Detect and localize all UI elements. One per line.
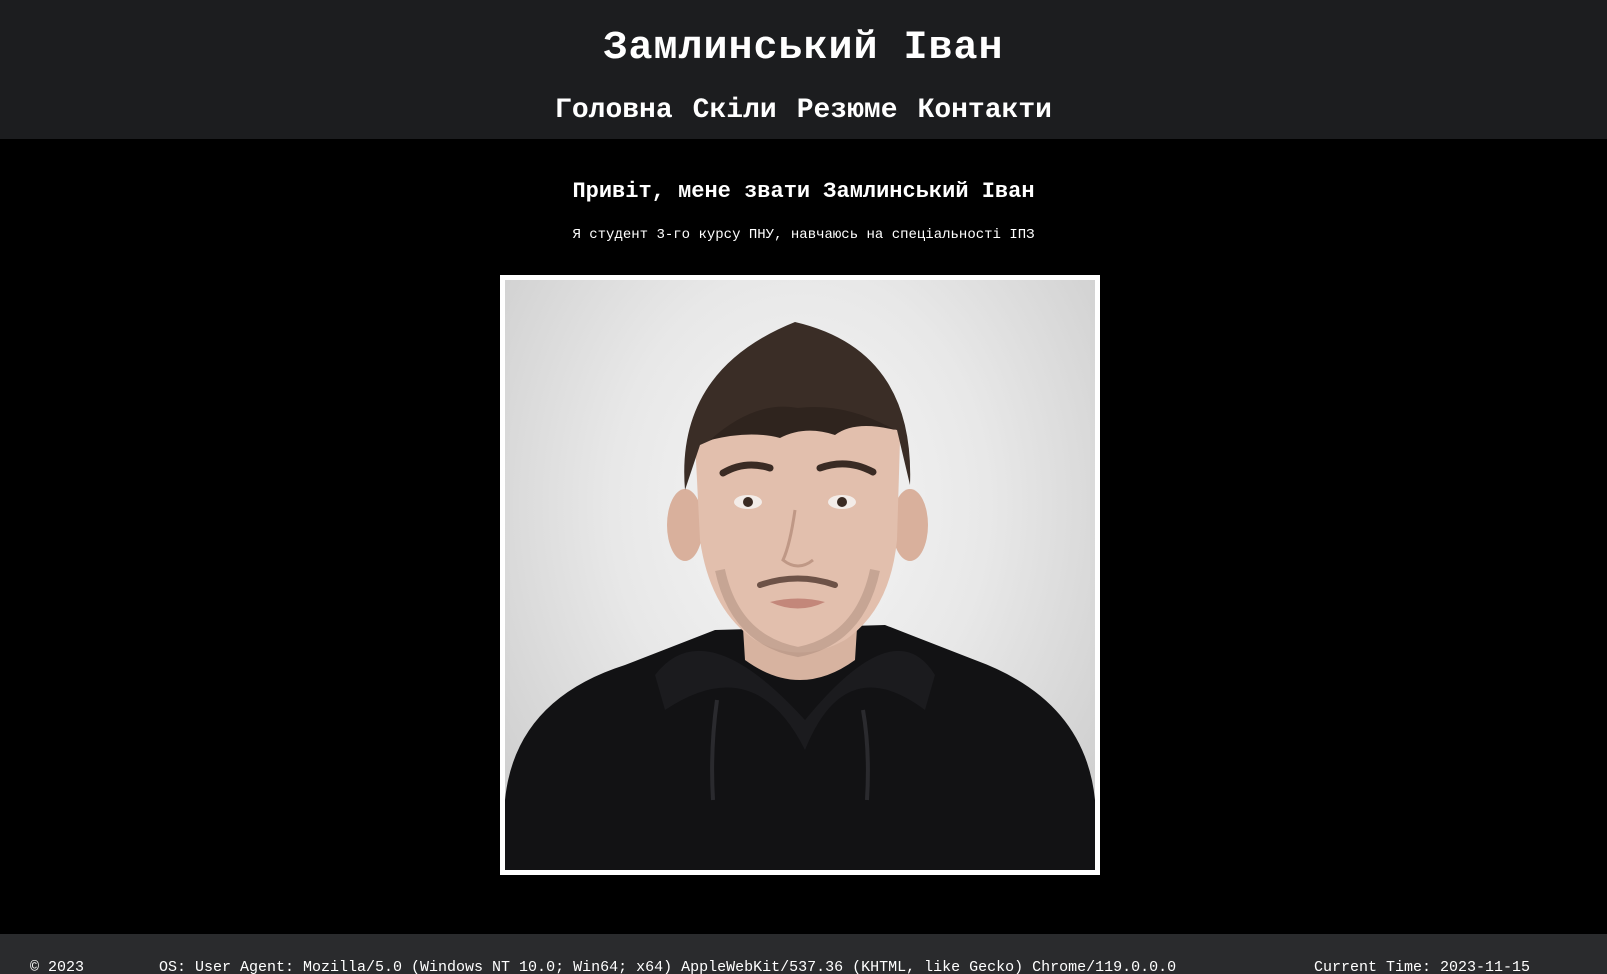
nav-link-home[interactable]: Головна (555, 94, 673, 128)
greeting-heading: Привіт, мене звати Замлинський Іван (572, 179, 1035, 204)
copyright-text: © 2023 (30, 959, 85, 974)
site-footer: © 2023 OS: User Agent: Mozilla/5.0 (Wind… (0, 934, 1607, 974)
portrait-illustration (505, 322, 1095, 870)
current-time-text: Current Time: 2023-11-15 (1314, 959, 1531, 974)
site-header: Замлинський Іван Головна Скіли Резюме Ко… (0, 0, 1607, 139)
user-agent-text: OS: User Agent: Mozilla/5.0 (Windows NT … (159, 959, 1177, 974)
nav-link-skills[interactable]: Скіли (693, 94, 777, 128)
main-nav: Головна Скіли Резюме Контакти (0, 94, 1607, 128)
nav-link-resume[interactable]: Резюме (797, 94, 898, 128)
site-title: Замлинський Іван (603, 26, 1004, 71)
nav-link-contacts[interactable]: Контакти (918, 94, 1052, 128)
profile-photo (500, 275, 1100, 875)
intro-text: Я студент 3-го курсу ПНУ, навчаюсь на сп… (572, 227, 1035, 243)
